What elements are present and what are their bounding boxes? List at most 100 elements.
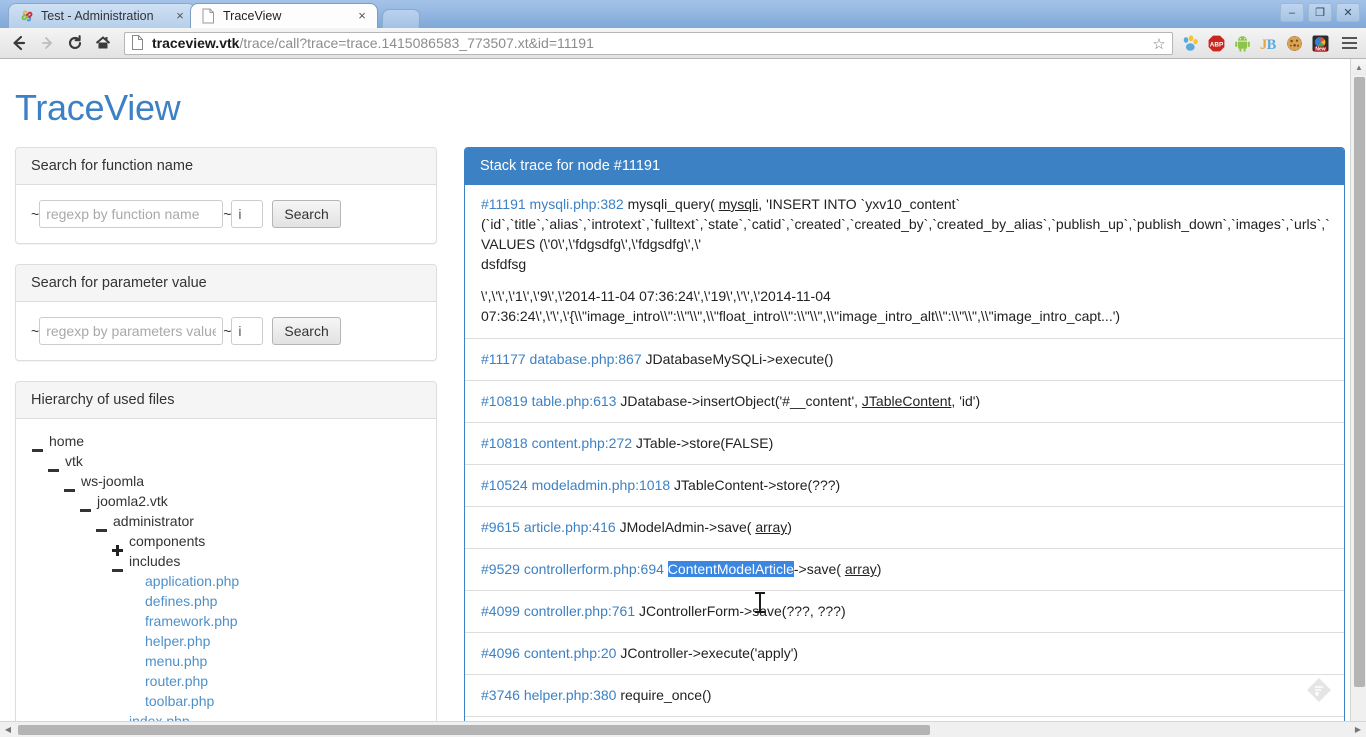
- tree-dir-item[interactable]: includes: [31, 551, 421, 572]
- tree-item-label[interactable]: router.php: [145, 671, 208, 691]
- trace-arg-link[interactable]: mysqli: [719, 196, 759, 212]
- tree-file-item[interactable]: menu.php: [31, 651, 421, 671]
- tree-file-item[interactable]: helper.php: [31, 631, 421, 651]
- jetbrains-icon[interactable]: J B: [1259, 34, 1278, 53]
- trace-file-link[interactable]: database.php:867: [530, 351, 642, 367]
- trace-file-link[interactable]: content.php:20: [524, 645, 617, 661]
- tree-dir-item[interactable]: components: [31, 531, 421, 556]
- address-bar[interactable]: traceview.vtk/trace/call?trace=trace.141…: [124, 31, 1173, 55]
- joomla-favicon-icon: [19, 8, 35, 24]
- scroll-up-arrow-icon[interactable]: ▲: [1351, 59, 1366, 75]
- scroll-right-arrow-icon[interactable]: ▶: [1350, 722, 1366, 737]
- tree-dir-item[interactable]: vtk: [31, 451, 421, 472]
- screen-capture-icon[interactable]: New: [1311, 34, 1330, 53]
- chrome-menu-icon[interactable]: [1338, 32, 1360, 54]
- trace-file-link[interactable]: table.php:613: [532, 393, 617, 409]
- trace-node-id[interactable]: #11191: [481, 196, 526, 212]
- stack-trace-row[interactable]: #10524 modeladmin.php:1018 JTableContent…: [465, 465, 1344, 507]
- trace-node-id[interactable]: #9615: [481, 519, 520, 535]
- tree-file-item[interactable]: router.php: [31, 671, 421, 691]
- trace-node-id[interactable]: #4099: [481, 603, 520, 619]
- tree-item-label[interactable]: application.php: [145, 571, 239, 591]
- sql-line-2: (`id`,`title`,`alias`,`introtext`,`fullt…: [481, 216, 1330, 232]
- browser-chrome: Test - Administration × TraceView × – ❐ …: [0, 0, 1366, 59]
- back-icon[interactable]: [6, 30, 32, 56]
- trace-node-id[interactable]: #11177: [481, 351, 526, 367]
- window-minimize-button[interactable]: –: [1280, 3, 1304, 22]
- tree-item-label[interactable]: framework.php: [145, 611, 238, 631]
- trace-arg-link[interactable]: array: [755, 519, 787, 535]
- vertical-scrollbar[interactable]: ▲ ▼: [1350, 59, 1366, 737]
- trace-node-id[interactable]: #4096: [481, 645, 520, 661]
- trace-file-link[interactable]: mysqli.php:382: [530, 196, 624, 212]
- reload-icon[interactable]: [62, 30, 88, 56]
- bookmark-star-icon[interactable]: ☆: [1150, 35, 1168, 53]
- tree-item-label[interactable]: helper.php: [145, 631, 210, 651]
- tree-item-label: includes: [129, 553, 181, 569]
- trace-node-id[interactable]: #3746: [481, 687, 520, 703]
- home-icon[interactable]: [90, 30, 116, 56]
- vertical-scrollbar-thumb[interactable]: [1354, 77, 1365, 687]
- trace-file-link[interactable]: content.php:272: [532, 435, 632, 451]
- tree-dir-item[interactable]: ws-joomla: [31, 471, 421, 492]
- search-parameter-button[interactable]: Search: [272, 317, 341, 345]
- paw-icon[interactable]: [1181, 34, 1200, 53]
- svg-text:B: B: [1267, 37, 1277, 53]
- page-content: TraceView Search for function name ~ ~ S…: [0, 59, 1350, 737]
- stack-trace-row[interactable]: #11177 database.php:867 JDatabaseMySQLi-…: [465, 339, 1344, 381]
- trace-node-id[interactable]: #10524: [481, 477, 528, 493]
- trace-file-link[interactable]: controller.php:761: [524, 603, 635, 619]
- stack-trace-row[interactable]: #10818 content.php:272 JTable->store(FAL…: [465, 423, 1344, 465]
- horizontal-scrollbar-thumb[interactable]: [18, 725, 930, 735]
- cookie-icon[interactable]: [1285, 34, 1304, 53]
- tree-item-label: vtk: [65, 453, 83, 469]
- trace-file-link[interactable]: modeladmin.php:1018: [532, 477, 671, 493]
- new-tab-button[interactable]: [381, 9, 421, 28]
- stack-trace-row[interactable]: #3746 helper.php:380 require_once(): [465, 675, 1344, 717]
- trace-node-id[interactable]: #10819: [481, 393, 528, 409]
- tree-dir-item[interactable]: administrator: [31, 511, 421, 532]
- search-function-input[interactable]: [39, 200, 224, 228]
- tree-file-item[interactable]: application.php: [31, 571, 421, 591]
- adblock-plus-icon[interactable]: ABP: [1207, 34, 1226, 53]
- stack-trace-row[interactable]: #10819 table.php:613 JDatabase->insertOb…: [465, 381, 1344, 423]
- stack-trace-row[interactable]: #9615 article.php:416 JModelAdmin->save(…: [465, 507, 1344, 549]
- trace-file-link[interactable]: helper.php:380: [524, 687, 617, 703]
- scroll-left-arrow-icon[interactable]: ◀: [0, 722, 16, 737]
- panel-heading-stack-trace: Stack trace for node #11191: [465, 148, 1344, 185]
- window-maximize-button[interactable]: ❐: [1308, 3, 1332, 22]
- stack-trace-row[interactable]: #4099 controller.php:761 JControllerForm…: [465, 591, 1344, 633]
- tree-item-label: components: [129, 533, 206, 549]
- selected-text[interactable]: ContentModelArticle: [667, 561, 794, 577]
- search-parameter-input[interactable]: [39, 317, 224, 345]
- android-icon[interactable]: [1233, 34, 1252, 53]
- tab-close-icon[interactable]: ×: [355, 9, 369, 23]
- stack-trace-row[interactable]: #9529 controllerform.php:694 ContentMode…: [465, 549, 1344, 591]
- trace-arg-link[interactable]: JTableContent: [862, 393, 952, 409]
- tree-file-item[interactable]: defines.php: [31, 591, 421, 611]
- stack-trace-row[interactable]: #4096 content.php:20 JController->execut…: [465, 633, 1344, 675]
- trace-file-link[interactable]: controllerform.php:694: [524, 561, 664, 577]
- search-function-button[interactable]: Search: [272, 200, 341, 228]
- search-parameter-modifier-input[interactable]: [231, 317, 264, 345]
- tree-item-label: joomla2.vtk: [97, 493, 168, 509]
- tab-close-icon[interactable]: ×: [173, 9, 187, 23]
- tree-item-label[interactable]: menu.php: [145, 651, 207, 671]
- tree-item-label[interactable]: toolbar.php: [145, 691, 214, 711]
- browser-tab-active[interactable]: TraceView ×: [190, 3, 378, 28]
- tree-dir-item[interactable]: home: [31, 431, 421, 452]
- trace-node-id[interactable]: #9529: [481, 561, 520, 577]
- stack-trace-row[interactable]: #11191 mysqli.php:382 mysqli_query( mysq…: [465, 185, 1344, 339]
- forward-icon[interactable]: [34, 30, 60, 56]
- browser-tab-inactive[interactable]: Test - Administration ×: [8, 3, 196, 28]
- search-function-modifier-input[interactable]: [231, 200, 264, 228]
- tree-file-item[interactable]: framework.php: [31, 611, 421, 631]
- trace-arg-link[interactable]: array: [845, 561, 877, 577]
- tree-dir-item[interactable]: joomla2.vtk: [31, 491, 421, 512]
- horizontal-scrollbar[interactable]: ◀ ▶: [0, 721, 1366, 737]
- tree-item-label[interactable]: defines.php: [145, 591, 217, 611]
- tree-file-item[interactable]: toolbar.php: [31, 691, 421, 711]
- trace-node-id[interactable]: #10818: [481, 435, 528, 451]
- window-close-button[interactable]: ✕: [1336, 3, 1360, 22]
- trace-file-link[interactable]: article.php:416: [524, 519, 616, 535]
